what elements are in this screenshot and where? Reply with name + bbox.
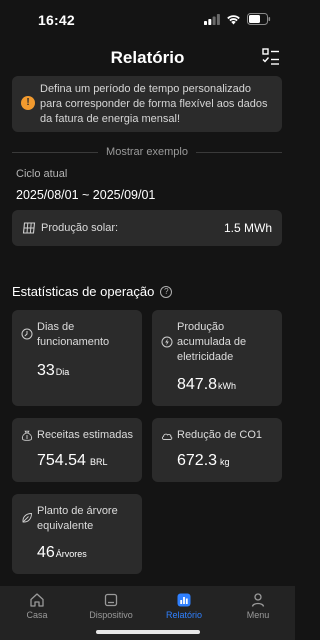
stat-unit: BRL	[89, 457, 108, 467]
show-example-link[interactable]: Mostrar exemplo	[98, 146, 196, 158]
cycle-range[interactable]: 2025/08/01 ~ 2025/09/01	[16, 188, 155, 202]
person-icon	[251, 593, 265, 607]
help-icon[interactable]: ?	[160, 285, 173, 298]
tab-relatorio[interactable]: Relatório	[147, 592, 221, 622]
solar-production-card: Produção solar: 1.5 MWh	[12, 210, 282, 246]
tab-dispositivo[interactable]: Dispositivo	[74, 592, 148, 622]
tab-label: Dispositivo	[89, 610, 133, 620]
leaf-icon	[22, 513, 32, 523]
stat-label: Planto de árvore equivalente	[37, 505, 118, 532]
custom-period-notice: ! Defina um período de tempo personaliza…	[12, 76, 282, 132]
stat-number: 46	[37, 544, 55, 561]
stat-value: 847.8kWh	[177, 376, 236, 394]
stat-number: 672.3	[177, 452, 218, 469]
cycle-label: Ciclo atual	[16, 168, 68, 180]
stat-value: 46Árvores	[37, 544, 87, 562]
stat-unit: kg	[220, 457, 230, 467]
wifi-icon	[227, 14, 240, 24]
home-icon	[30, 593, 44, 607]
lightning-icon	[161, 336, 173, 348]
home-indicator	[96, 630, 200, 634]
money-bag-icon	[21, 430, 33, 441]
cloud-icon	[161, 433, 173, 440]
tab-label: Relatório	[165, 610, 203, 620]
stat-label: Dias de funcionamento	[37, 321, 110, 348]
page-title: Relatório	[110, 48, 185, 67]
stat-card-operating-days: Dias de funcionamento 33Dia	[12, 310, 142, 406]
stat-value: 754.54 BRL	[37, 452, 107, 470]
solar-panel-icon	[22, 222, 36, 234]
stat-card-co2-reduction: Redução de CO1 672.3 kg	[152, 418, 282, 482]
checklist-icon	[262, 48, 279, 65]
tab-label: Casa	[26, 610, 48, 620]
report-icon	[177, 593, 191, 607]
notice-text: Defina um período de tempo personalizado…	[40, 83, 268, 125]
solar-label: Produção solar:	[41, 222, 119, 234]
stat-unit: kWh	[218, 381, 237, 391]
stat-value: 33Dia	[37, 362, 69, 380]
operation-stats-title: Estatísticas de operação ?	[12, 284, 173, 299]
status-time: 16:42	[38, 12, 75, 28]
battery-icon	[247, 13, 271, 25]
example-row: Mostrar exemplo	[12, 144, 283, 160]
stat-label: Produção acumulada de eletricidade	[177, 321, 247, 363]
checklist-button[interactable]	[261, 47, 281, 67]
divider	[195, 151, 283, 153]
tab-label: Menu	[246, 610, 270, 620]
stat-card-accumulated-production: Produção acumulada de eletricidade 847.8…	[152, 310, 282, 406]
stat-unit: Dia	[55, 367, 70, 377]
divider	[12, 151, 99, 153]
warning-icon: !	[21, 96, 35, 110]
stat-label: Redução de CO1	[177, 429, 262, 441]
stat-card-trees-equivalent: Planto de árvore equivalente 46Árvores	[12, 494, 142, 574]
status-bar: 16:42	[0, 0, 295, 40]
stat-number: 33	[37, 362, 55, 379]
tab-menu[interactable]: Menu	[221, 592, 295, 622]
section-title-text: Estatísticas de operação	[12, 284, 155, 299]
stat-unit: Árvores	[55, 549, 87, 559]
clock-icon	[21, 328, 33, 340]
stat-number: 847.8	[177, 376, 218, 393]
header: Relatório	[0, 44, 295, 74]
tab-casa[interactable]: Casa	[0, 592, 74, 622]
signal-icon	[204, 13, 220, 25]
solar-value: 1.5 MWh	[223, 221, 272, 235]
device-icon	[104, 593, 118, 607]
stat-value: 672.3 kg	[177, 452, 230, 470]
stat-label: Receitas estimadas	[37, 429, 133, 441]
status-icons	[204, 13, 271, 25]
stat-card-estimated-revenue: Receitas estimadas 754.54 BRL	[12, 418, 142, 482]
stat-number: 754.54	[37, 452, 86, 469]
